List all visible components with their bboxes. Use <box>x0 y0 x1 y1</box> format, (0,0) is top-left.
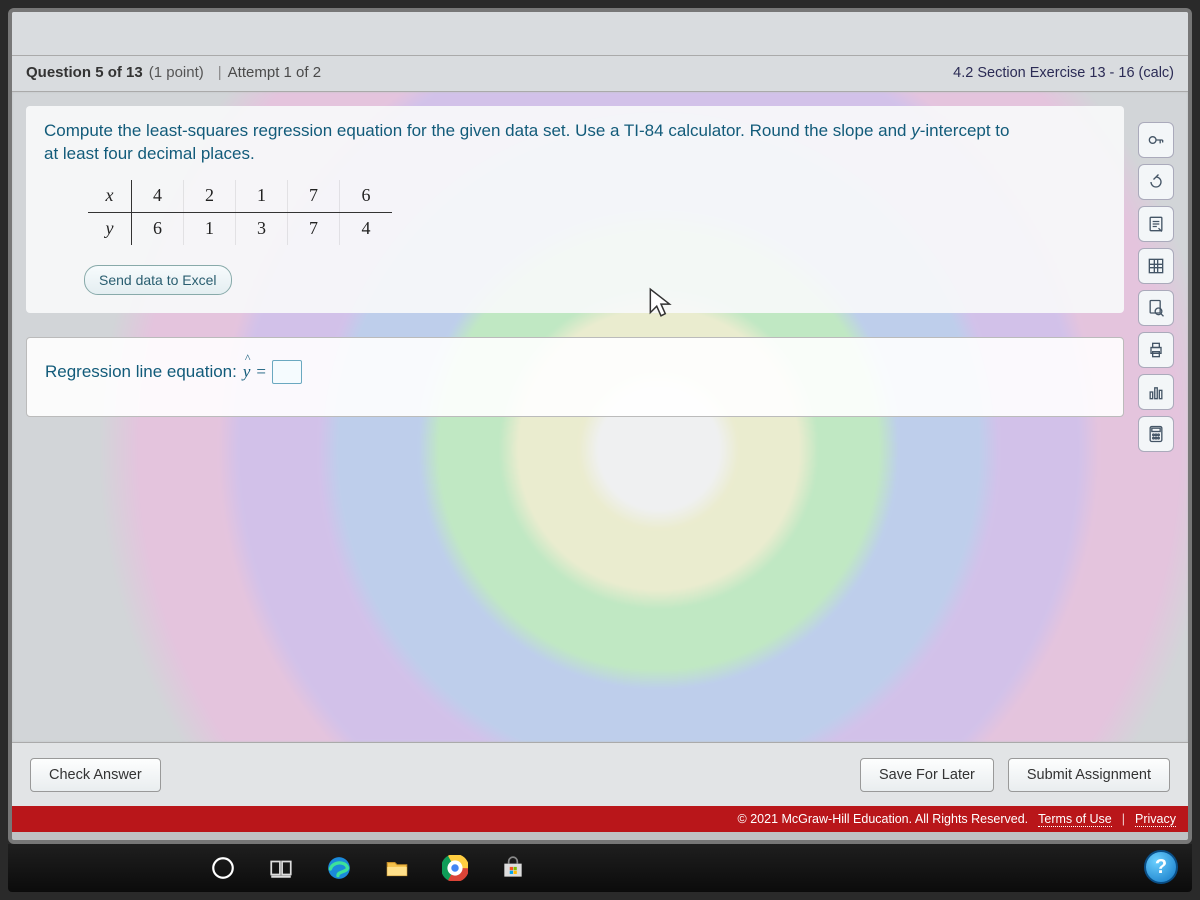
row-header-y: y <box>88 213 132 245</box>
tool-search-doc-icon[interactable] <box>1138 290 1174 326</box>
exercise-reference: 4.2 Section Exercise 13 - 16 (calc) <box>953 65 1174 81</box>
question-points: (1 point) <box>149 64 204 81</box>
table-cell: 6 <box>340 180 392 212</box>
send-to-excel-button[interactable]: Send data to Excel <box>84 265 232 295</box>
regression-label: Regression line equation: <box>45 362 237 382</box>
store-icon[interactable] <box>498 853 528 883</box>
app-window: Question 5 of 13 (1 point) | Attempt 1 o… <box>8 8 1192 844</box>
separator: | <box>218 64 222 81</box>
table-cell: 2 <box>184 180 236 212</box>
prompt-text: Compute the least-squares regression equ… <box>44 120 1106 166</box>
tool-bar-chart-icon[interactable] <box>1138 374 1174 410</box>
tool-redo-icon[interactable] <box>1138 164 1174 200</box>
table-cell: 4 <box>132 180 184 212</box>
tool-calculator-icon[interactable] <box>1138 416 1174 452</box>
table-row: x 4 2 1 7 6 <box>88 180 392 213</box>
table-cell: 6 <box>132 213 184 245</box>
browser-tab-strip <box>12 12 1188 56</box>
check-answer-button[interactable]: Check Answer <box>30 758 161 792</box>
edge-browser-icon[interactable] <box>324 853 354 883</box>
question-header: Question 5 of 13 (1 point) | Attempt 1 o… <box>12 56 1188 92</box>
content-area: Compute the least-squares regression equ… <box>12 92 1188 742</box>
table-cell: 7 <box>288 213 340 245</box>
tool-notepad-icon[interactable] <box>1138 206 1174 242</box>
data-table: x 4 2 1 7 6 y 6 1 3 7 4 <box>88 180 392 245</box>
windows-taskbar: ? <box>8 844 1192 892</box>
tool-rail <box>1138 122 1182 452</box>
question-prompt-card: Compute the least-squares regression equ… <box>26 106 1124 313</box>
table-cell: 7 <box>288 180 340 212</box>
y-hat-symbol: y <box>243 362 251 382</box>
cortana-circle-icon[interactable] <box>208 853 238 883</box>
tool-print-icon[interactable] <box>1138 332 1174 368</box>
task-view-icon[interactable] <box>266 853 296 883</box>
submit-assignment-button[interactable]: Submit Assignment <box>1008 758 1170 792</box>
equals-sign: = <box>256 362 266 382</box>
table-cell: 4 <box>340 213 392 245</box>
answer-card: Regression line equation: y = <box>26 337 1124 417</box>
help-bubble-icon[interactable]: ? <box>1144 850 1178 884</box>
terms-link[interactable]: Terms of Use <box>1038 812 1112 827</box>
file-explorer-icon[interactable] <box>382 853 412 883</box>
row-header-x: x <box>88 180 132 212</box>
regression-answer-input[interactable] <box>272 360 302 384</box>
save-for-later-button[interactable]: Save For Later <box>860 758 994 792</box>
copyright-bar: © 2021 McGraw-Hill Education. All Rights… <box>12 806 1188 832</box>
question-label: Question 5 of 13 <box>26 64 143 81</box>
table-cell: 1 <box>236 180 288 212</box>
privacy-link[interactable]: Privacy <box>1135 812 1176 827</box>
separator: | <box>1122 812 1125 826</box>
tool-grid-icon[interactable] <box>1138 248 1174 284</box>
table-cell: 3 <box>236 213 288 245</box>
tool-key-icon[interactable] <box>1138 122 1174 158</box>
attempt-label: Attempt 1 of 2 <box>228 64 321 81</box>
table-row: y 6 1 3 7 4 <box>88 213 392 245</box>
table-cell: 1 <box>184 213 236 245</box>
action-bar: Check Answer Save For Later Submit Assig… <box>12 742 1188 806</box>
chrome-browser-icon[interactable] <box>440 853 470 883</box>
copyright-text: © 2021 McGraw-Hill Education. All Rights… <box>738 812 1029 826</box>
